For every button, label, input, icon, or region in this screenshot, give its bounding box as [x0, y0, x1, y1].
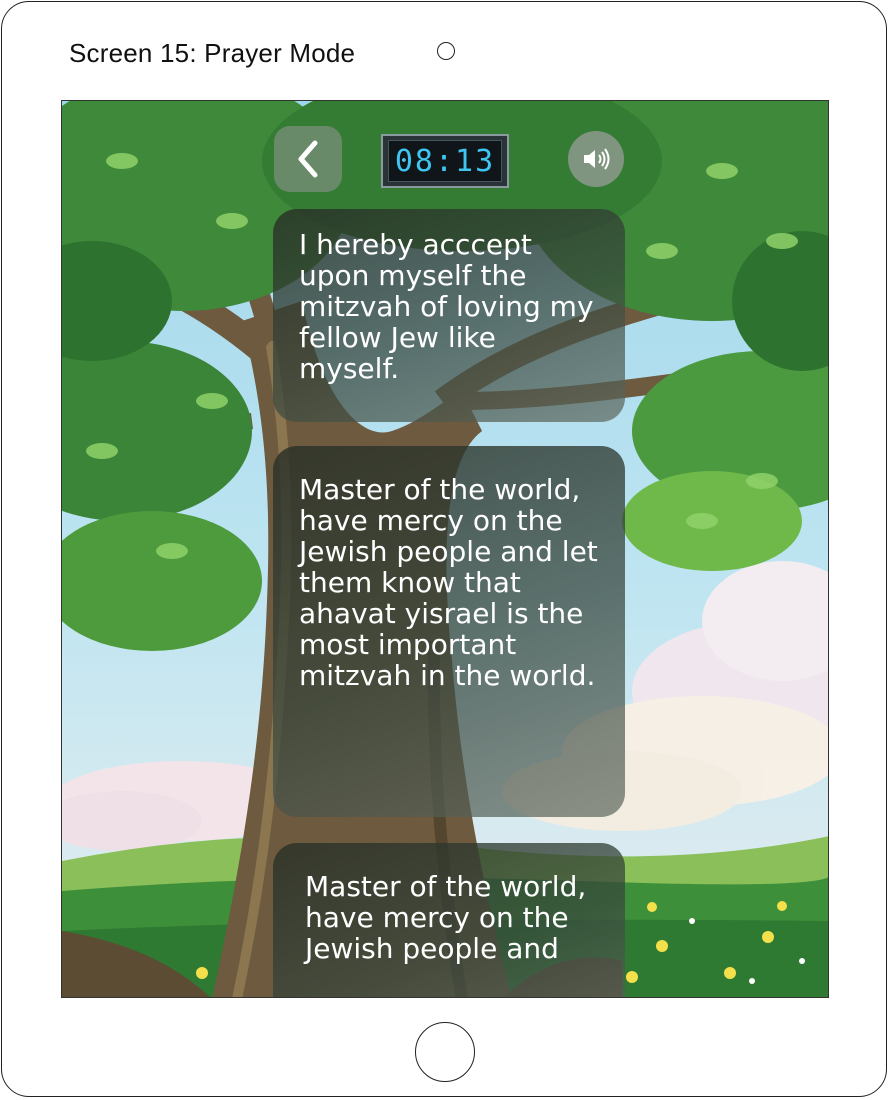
app-viewport: 08:13 I hereby acccept upon myself the m…: [61, 100, 829, 998]
prayer-text: Master of the world, have mercy on the J…: [305, 870, 587, 965]
prayer-text: Master of the world, have mercy on the J…: [299, 473, 598, 692]
chevron-left-icon: [298, 140, 318, 178]
prayer-card: Master of the world, have mercy on the J…: [273, 843, 625, 997]
timer-digits: 08:13: [388, 140, 502, 182]
timer-display: 08:13: [381, 134, 509, 188]
camera-dot: [437, 42, 455, 60]
screen-title: Screen 15: Prayer Mode: [69, 38, 356, 68]
sound-button[interactable]: [568, 131, 624, 187]
prayer-card: I hereby acccept upon myself the mitzvah…: [273, 209, 625, 422]
speaker-icon: [584, 148, 610, 170]
prayer-card: Master of the world, have mercy on the J…: [273, 446, 625, 817]
home-button[interactable]: [415, 1022, 475, 1082]
prayer-text: I hereby acccept upon myself the mitzvah…: [299, 228, 594, 385]
back-button[interactable]: [274, 126, 342, 192]
